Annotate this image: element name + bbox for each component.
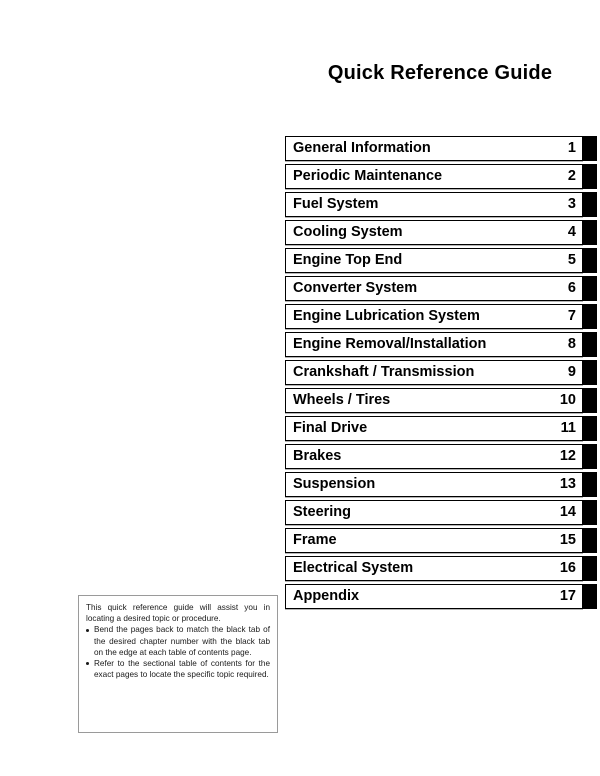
chapter-row[interactable]: Appendix 17 [285, 584, 597, 609]
chapter-black-tab [583, 528, 597, 553]
chapter-row[interactable]: Crankshaft / Transmission 9 [285, 360, 597, 385]
chapter-row[interactable]: Fuel System 3 [285, 192, 597, 217]
note-bullet-item: Refer to the sectional table of contents… [86, 658, 270, 680]
chapter-number: 14 [559, 504, 576, 521]
chapter-row[interactable]: General Information 1 [285, 136, 597, 161]
chapter-black-tab [583, 276, 597, 301]
chapter-label: Periodic Maintenance [293, 168, 443, 185]
chapter-number: 8 [567, 336, 576, 353]
chapter-label: Brakes [293, 448, 342, 465]
chapter-black-tab [583, 472, 597, 497]
chapter-row[interactable]: Engine Top End 5 [285, 248, 597, 273]
chapter-label: Appendix [293, 588, 360, 605]
chapter-black-tab [583, 164, 597, 189]
chapter-box[interactable]: Suspension 13 [285, 472, 583, 497]
chapter-box[interactable]: Cooling System 4 [285, 220, 583, 245]
chapter-label: Steering [293, 504, 352, 521]
chapter-row[interactable]: Cooling System 4 [285, 220, 597, 245]
chapter-row[interactable]: Wheels / Tires 10 [285, 388, 597, 413]
chapter-row[interactable]: Engine Lubrication System 7 [285, 304, 597, 329]
chapter-black-tab [583, 360, 597, 385]
chapter-label: Wheels / Tires [293, 392, 391, 409]
chapter-row[interactable]: Suspension 13 [285, 472, 597, 497]
chapter-box[interactable]: General Information 1 [285, 136, 583, 161]
chapter-black-tab [583, 500, 597, 525]
chapter-row[interactable]: Final Drive 11 [285, 416, 597, 441]
chapter-index-table: General Information 1 Periodic Maintenance… [285, 136, 597, 612]
chapter-box[interactable]: Appendix 17 [285, 584, 583, 609]
chapter-number: 17 [559, 588, 576, 605]
chapter-number: 7 [567, 308, 576, 325]
chapter-label: Converter System [293, 280, 418, 297]
chapter-row[interactable]: Electrical System 16 [285, 556, 597, 581]
chapter-number: 12 [559, 448, 576, 465]
chapter-number: 4 [567, 224, 576, 241]
chapter-box[interactable]: Steering 14 [285, 500, 583, 525]
chapter-box[interactable]: Engine Removal/Installation 8 [285, 332, 583, 357]
chapter-row[interactable]: Converter System 6 [285, 276, 597, 301]
note-intro-text: This quick reference guide will assist y… [86, 603, 270, 624]
chapter-box[interactable]: Periodic Maintenance 2 [285, 164, 583, 189]
chapter-number: 6 [567, 280, 576, 297]
chapter-label: Electrical System [293, 560, 414, 577]
chapter-label: Frame [293, 532, 337, 549]
chapter-box[interactable]: Engine Lubrication System 7 [285, 304, 583, 329]
chapter-row[interactable]: Steering 14 [285, 500, 597, 525]
chapter-black-tab [583, 416, 597, 441]
chapter-label: Engine Top End [293, 252, 403, 269]
chapter-row[interactable]: Brakes 12 [285, 444, 597, 469]
chapter-label: Engine Lubrication System [293, 308, 480, 325]
chapter-number: 11 [560, 420, 576, 437]
chapter-number: 13 [559, 476, 576, 493]
chapter-black-tab [583, 304, 597, 329]
chapter-row[interactable]: Periodic Maintenance 2 [285, 164, 597, 189]
chapter-black-tab [583, 556, 597, 581]
chapter-box[interactable]: Frame 15 [285, 528, 583, 553]
chapter-box[interactable]: Fuel System 3 [285, 192, 583, 217]
chapter-black-tab [583, 220, 597, 245]
chapter-box[interactable]: Wheels / Tires 10 [285, 388, 583, 413]
chapter-number: 3 [567, 196, 576, 213]
note-bullet-item: Bend the pages back to match the black t… [86, 624, 270, 658]
usage-note-box: This quick reference guide will assist y… [78, 595, 278, 733]
chapter-box[interactable]: Electrical System 16 [285, 556, 583, 581]
chapter-label: General Information [293, 140, 431, 157]
chapter-black-tab [583, 444, 597, 469]
chapter-label: Final Drive [293, 420, 368, 437]
chapter-number: 15 [559, 532, 576, 549]
chapter-number: 5 [567, 252, 576, 269]
chapter-black-tab [583, 248, 597, 273]
chapter-number: 10 [559, 392, 576, 409]
chapter-box[interactable]: Brakes 12 [285, 444, 583, 469]
chapter-number: 1 [567, 140, 576, 157]
chapter-row[interactable]: Frame 15 [285, 528, 597, 553]
page-title: Quick Reference Guide [327, 62, 553, 84]
chapter-label: Crankshaft / Transmission [293, 364, 475, 381]
chapter-label: Fuel System [293, 196, 379, 213]
note-bullet-list: Bend the pages back to match the black t… [86, 624, 270, 680]
chapter-number: 9 [567, 364, 576, 381]
chapter-number: 16 [559, 560, 576, 577]
chapter-label: Suspension [293, 476, 376, 493]
chapter-black-tab [583, 332, 597, 357]
chapter-number: 2 [567, 168, 576, 185]
chapter-box[interactable]: Crankshaft / Transmission 9 [285, 360, 583, 385]
chapter-black-tab [583, 388, 597, 413]
chapter-black-tab [583, 136, 597, 161]
chapter-box[interactable]: Converter System 6 [285, 276, 583, 301]
chapter-label: Engine Removal/Installation [293, 336, 487, 353]
chapter-black-tab [583, 192, 597, 217]
chapter-label: Cooling System [293, 224, 403, 241]
chapter-box[interactable]: Final Drive 11 [285, 416, 583, 441]
chapter-box[interactable]: Engine Top End 5 [285, 248, 583, 273]
chapter-black-tab [583, 584, 597, 609]
chapter-row[interactable]: Engine Removal/Installation 8 [285, 332, 597, 357]
